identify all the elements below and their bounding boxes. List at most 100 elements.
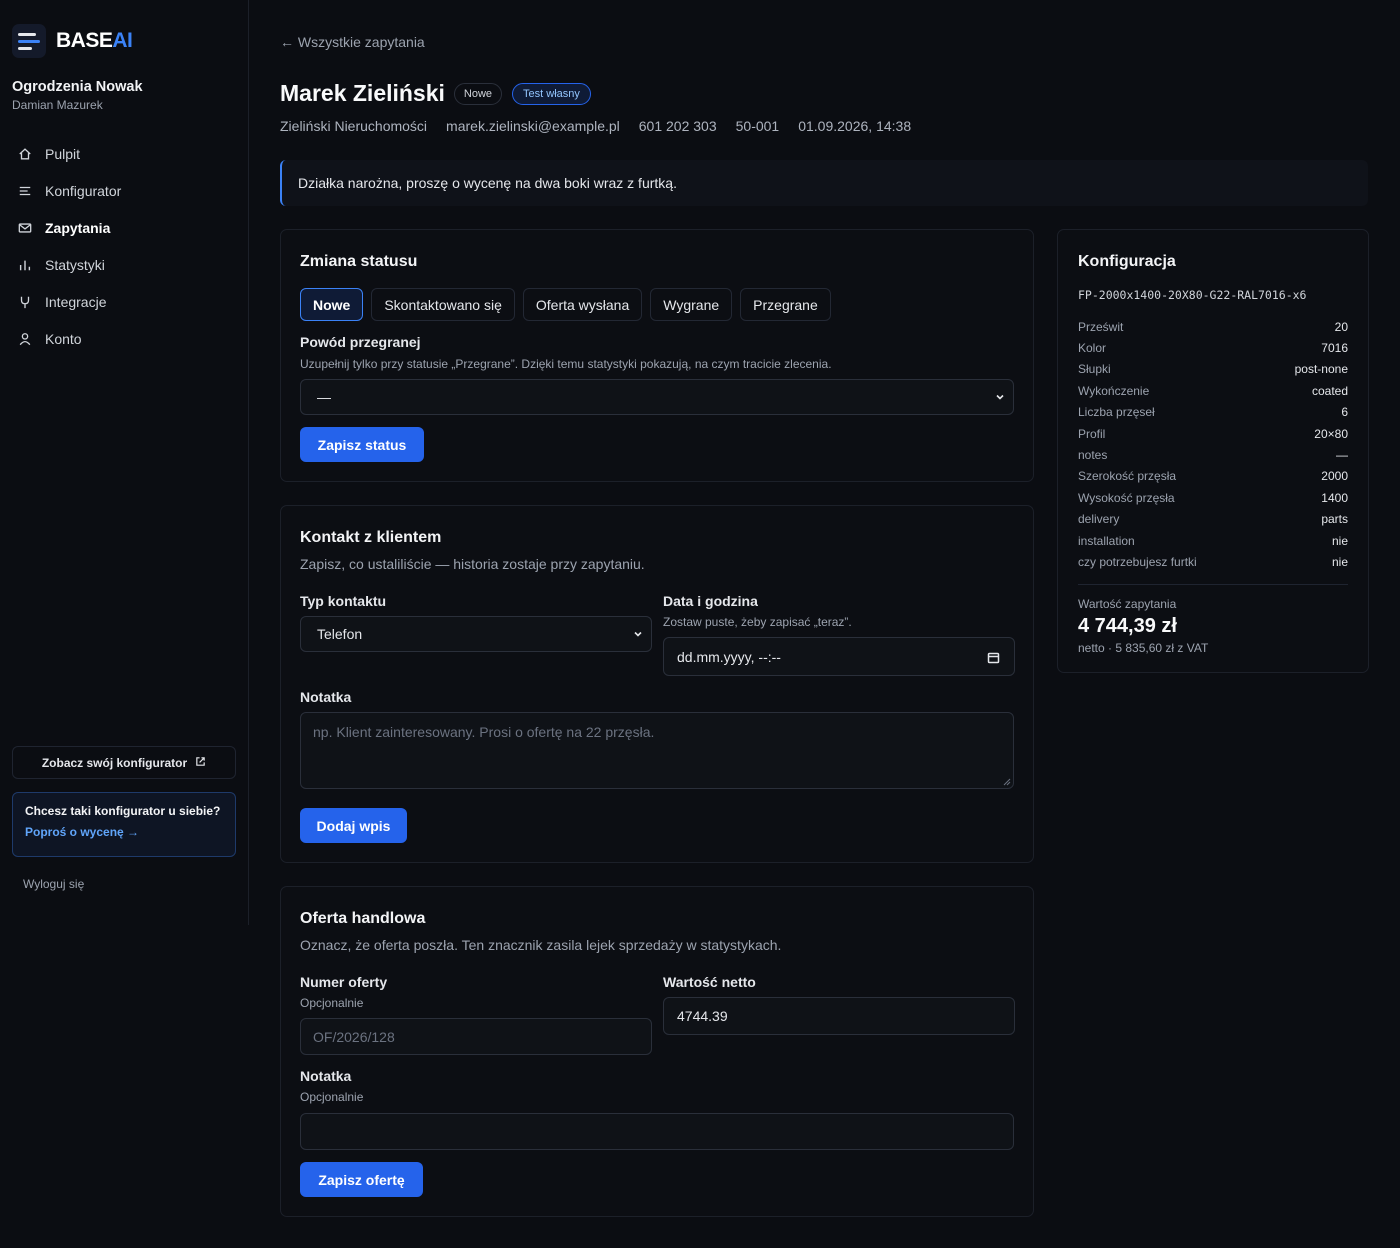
offer-number-hint: Opcjonalnie (300, 996, 364, 1010)
config-card: Konfiguracja FP-2000x1400-20X80-G22-RAL7… (1057, 229, 1369, 673)
nav-label: Zapytania (45, 219, 111, 236)
meta-company: Zieliński Nieruchomości (280, 118, 428, 134)
request-quote-link[interactable]: Poproś o wycenę → (25, 825, 223, 839)
meta-phone[interactable]: 601 202 303 (639, 118, 717, 134)
inquiry-value-amount: 4 744,39 zł (1078, 614, 1177, 637)
promo-box: Chcesz taki konfigurator u siebie? Popro… (12, 792, 236, 857)
contact-meta: Zieliński Nieruchomości marek.zielinski@… (280, 118, 911, 134)
net-value-input[interactable]: 4744.39 (663, 997, 1015, 1035)
date-time-input[interactable]: dd.mm.yyyy, --:-- (663, 637, 1015, 676)
offer-number-placeholder: OF/2026/128 (313, 1028, 395, 1045)
config-row: notes — (1078, 448, 1348, 463)
note-textarea[interactable]: np. Klient zainteresowany. Prosi o ofert… (300, 712, 1014, 789)
offer-card-title: Oferta handlowa (300, 910, 426, 927)
status-tabs: Nowe Skontaktowano się Oferta wysłana Wy… (300, 288, 831, 321)
net-value-label: Wartość netto (663, 974, 756, 990)
config-row: Liczba przęseł 6 (1078, 405, 1348, 420)
see-config-label: Zobacz swój konfigurator (41, 755, 188, 770)
config-card-title: Konfiguracja (1078, 253, 1176, 270)
config-row: Wysokość przęsła 1400 (1078, 490, 1348, 505)
nav-item-statystyki[interactable]: Statystyki (12, 246, 237, 283)
meta-postcode: 50-001 (735, 118, 780, 134)
test-badge: Test własny (512, 82, 591, 105)
status-tab-skontaktowano[interactable]: Skontaktowano się (371, 288, 515, 321)
nav-label: Integracje (45, 293, 107, 310)
sliders-icon (18, 184, 32, 198)
meta-date: 01.09.2026, 14:38 (798, 118, 912, 134)
nav-label: Konto (45, 330, 82, 347)
config-row: Kolor 7016 (1078, 341, 1348, 356)
logout-link[interactable]: Wyloguj się (23, 877, 84, 891)
contact-card-title: Kontakt z klientem (300, 529, 442, 546)
lost-reason-select[interactable]: — (300, 379, 1014, 415)
config-rows: Prześwit 20 Kolor 7016 Słupki post-none Wyk… (1078, 316, 1348, 573)
note-placeholder: np. Klient zainteresowany. Prosi o ofert… (313, 724, 655, 740)
nav-item-zapytania[interactable]: Zapytania (12, 209, 237, 246)
lost-reason-value: — (317, 389, 331, 405)
offer-card-subtitle: Oznacz, że oferta poszła. Ten znacznik z… (300, 937, 782, 953)
config-row: installation nie (1078, 533, 1348, 548)
sidebar: BASEAI Ogrodzenia Nowak Damian Mazurek P… (0, 0, 249, 925)
date-hint: Zostaw puste, żeby zapisać „teraz”. (663, 615, 852, 629)
brand-logo-link[interactable]: BASEAI (12, 24, 133, 58)
nav-label: Konfigurator (45, 182, 122, 199)
status-tab-nowe[interactable]: Nowe (300, 288, 364, 321)
see-config-button[interactable]: Zobacz swój konfigurator (12, 746, 236, 779)
save-offer-button[interactable]: Zapisz ofertę (300, 1162, 423, 1197)
config-row: Szerokość przęsła 2000 (1078, 469, 1348, 484)
save-status-button[interactable]: Zapisz status (300, 427, 424, 462)
page-title: Marek Zieliński (280, 80, 445, 106)
nav-label: Statystyki (45, 256, 105, 273)
add-entry-button[interactable]: Dodaj wpis (300, 808, 407, 843)
chevron-down-icon (996, 394, 1004, 400)
status-tab-oferta-wyslana[interactable]: Oferta wysłana (522, 288, 643, 321)
inquiry-header: Marek Zieliński Nowe Test własny (280, 80, 591, 107)
config-row: Prześwit 20 (1078, 319, 1348, 334)
client-message: Działka narożna, proszę o wycenę na dwa … (280, 160, 1368, 206)
inquiry-value-label: Wartość zapytania (1078, 596, 1177, 611)
offer-note-input[interactable] (300, 1113, 1014, 1150)
meta-email[interactable]: marek.zielinski@example.pl (446, 118, 620, 134)
config-row: delivery parts (1078, 512, 1348, 527)
config-row: czy potrzebujesz furtki nie (1078, 554, 1348, 569)
calendar-icon (987, 652, 1000, 664)
nav-item-integracje[interactable]: Integracje (12, 283, 237, 320)
config-row: Wykończenie coated (1078, 383, 1348, 398)
company-user: Damian Mazurek (12, 98, 103, 112)
external-link-icon (195, 756, 206, 770)
company-info: Ogrodzenia Nowak Damian Mazurek (12, 79, 143, 112)
offer-card: Oferta handlowa Oznacz, że oferta poszła… (280, 886, 1034, 1217)
bar-chart-icon (18, 258, 32, 272)
nav-item-pulpit[interactable]: Pulpit (12, 135, 237, 172)
status-tab-przegrane[interactable]: Przegrane (740, 288, 831, 321)
date-label: Data i godzina (663, 593, 758, 609)
company-name: Ogrodzenia Nowak (12, 79, 143, 95)
status-badge: Nowe (453, 82, 503, 105)
offer-number-input[interactable]: OF/2026/128 (300, 1018, 652, 1055)
back-link[interactable]: ← Wszystkie zapytania (280, 34, 425, 50)
main-nav: Pulpit Konfigurator Zapytania Statystyki… (12, 135, 237, 357)
mail-icon (18, 221, 32, 235)
net-value: 4744.39 (677, 1008, 728, 1024)
nav-item-konto[interactable]: Konto (12, 320, 237, 357)
user-icon (18, 332, 32, 346)
contact-type-select[interactable]: Telefon (300, 616, 652, 652)
offer-note-hint: Opcjonalnie (300, 1090, 364, 1104)
inquiry-value-gross: netto · 5 835,60 zł z VAT (1078, 640, 1209, 655)
note-label: Notatka (300, 689, 352, 705)
status-card: Zmiana statusu Nowe Skontaktowano się Of… (280, 229, 1034, 482)
plug-icon (18, 295, 32, 309)
contact-type-label: Typ kontaktu (300, 593, 387, 609)
config-row: Słupki post-none (1078, 362, 1348, 377)
contact-card: Kontakt z klientem Zapisz, co ustaliliśc… (280, 505, 1034, 863)
offer-note-label: Notatka (300, 1068, 352, 1084)
date-placeholder: dd.mm.yyyy, --:-- (677, 648, 781, 665)
config-code: FP-2000x1400-20X80-G22-RAL7016-x6 (1078, 288, 1307, 302)
lost-reason-label: Powód przegranej (300, 334, 421, 350)
nav-item-konfigurator[interactable]: Konfigurator (12, 172, 237, 209)
logo-icon (12, 24, 46, 58)
home-icon (18, 147, 32, 161)
status-tab-wygrane[interactable]: Wygrane (650, 288, 733, 321)
divider (1078, 583, 1348, 585)
resize-handle-icon (1003, 778, 1011, 786)
